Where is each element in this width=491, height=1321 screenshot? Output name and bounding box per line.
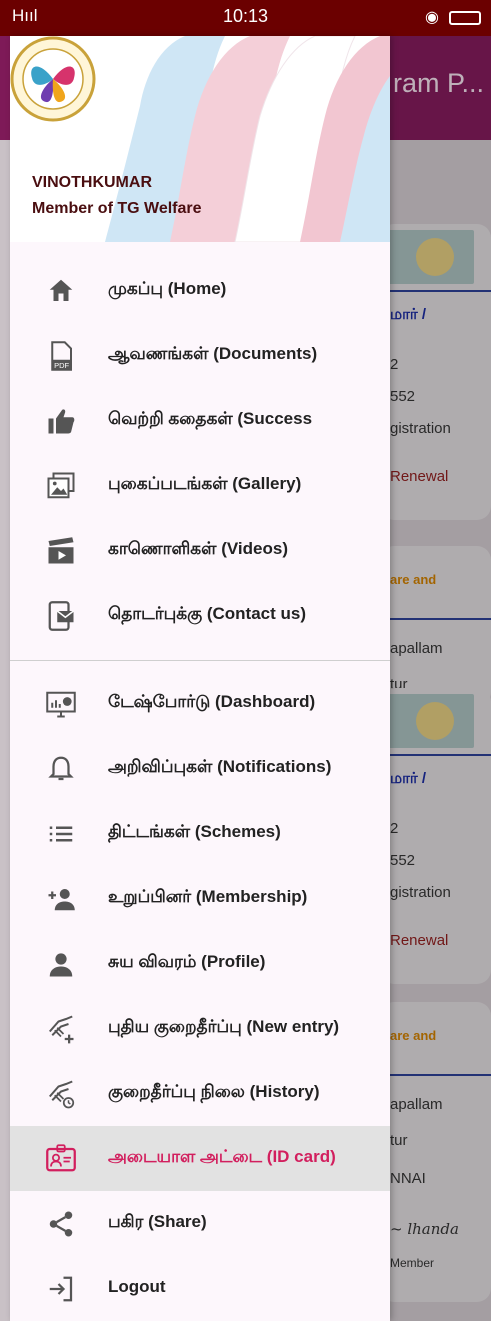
menu-item-label: தொடர்புக்கு (Contact us) bbox=[108, 604, 307, 623]
menu-item-contact[interactable]: தொடர்புக்கு (Contact us) bbox=[10, 583, 390, 648]
menu-item-label: அடையாள அட்டை (ID card) bbox=[108, 1147, 336, 1166]
menu-item-videos[interactable]: காணொளிகள் (Videos) bbox=[10, 518, 390, 583]
drawer-scrim[interactable] bbox=[390, 36, 491, 1321]
handshake-add-icon bbox=[48, 1015, 74, 1044]
menu-item-label: பகிர (Share) bbox=[108, 1212, 207, 1231]
home-icon bbox=[49, 279, 73, 301]
id-card-icon bbox=[46, 1144, 76, 1172]
logout-icon bbox=[49, 1276, 73, 1302]
menu-item-home[interactable]: முகப்பு (Home) bbox=[10, 258, 390, 323]
menu-item-label: திட்டங்கள் (Schemes) bbox=[108, 822, 281, 841]
pdf-icon: PDF bbox=[51, 341, 72, 371]
svg-text:PDF: PDF bbox=[54, 361, 69, 370]
bell-icon bbox=[48, 756, 74, 781]
wifi-icon: ◉ bbox=[425, 9, 439, 26]
menu-item-label: சுய விவரம் (Profile) bbox=[108, 952, 266, 971]
menu-divider bbox=[10, 660, 390, 661]
menu-item-notifications[interactable]: அறிவிப்புகள் (Notifications) bbox=[10, 736, 390, 801]
add-person-icon bbox=[48, 889, 75, 911]
menu-item-label: புதிய குறைதீர்ப்பு (New entry) bbox=[108, 1017, 340, 1036]
menu-item-label: வெற்றி கதைகள் (Success bbox=[108, 409, 313, 428]
status-bar: Hııl 10:13 ◉ bbox=[0, 0, 491, 36]
drawer-header: VINOTHKUMAR Member of TG Welfare bbox=[10, 36, 390, 242]
handshake-history-icon bbox=[48, 1080, 75, 1109]
user-name: VINOTHKUMAR bbox=[32, 174, 152, 191]
menu-item-label: Logout bbox=[108, 1277, 166, 1296]
menu-item-label: ஆவணங்கள் (Documents) bbox=[108, 344, 318, 363]
menu-item-logout[interactable]: Logout bbox=[10, 1256, 390, 1321]
menu-item-membership[interactable]: உறுப்பினர் (Membership) bbox=[10, 866, 390, 931]
menu-item-label: டேஷ்போர்டு (Dashboard) bbox=[108, 692, 316, 711]
menu-item-label: அறிவிப்புகள் (Notifications) bbox=[108, 757, 332, 776]
person-icon bbox=[49, 953, 73, 977]
list-icon bbox=[49, 826, 73, 842]
video-icon bbox=[48, 537, 74, 564]
menu-item-label: முகப்பு (Home) bbox=[108, 279, 227, 298]
menu-item-label: புகைப்படங்கள் (Gallery) bbox=[108, 474, 302, 493]
welfare-board-logo bbox=[10, 36, 96, 122]
navigation-drawer: VINOTHKUMAR Member of TG Welfare முகப்பு… bbox=[10, 36, 390, 1321]
menu-item-profile[interactable]: சுய விவரம் (Profile) bbox=[10, 931, 390, 996]
contact-icon bbox=[48, 601, 74, 631]
dashboard-icon bbox=[46, 691, 76, 718]
menu-item-label: உறுப்பினர் (Membership) bbox=[108, 887, 308, 906]
status-time: 10:13 bbox=[222, 6, 269, 26]
share-icon bbox=[49, 1211, 73, 1237]
battery-icon bbox=[449, 11, 481, 25]
menu-item-label: குறைதீர்ப்பு நிலை (History) bbox=[108, 1082, 320, 1101]
user-role: Member of TG Welfare bbox=[32, 200, 202, 217]
menu-item-history[interactable]: குறைதீர்ப்பு நிலை (History) bbox=[10, 1061, 390, 1126]
menu-item-new-entry[interactable]: புதிய குறைதீர்ப்பு (New entry) bbox=[10, 996, 390, 1061]
menu-item-documents[interactable]: PDF ஆவணங்கள் (Documents) bbox=[10, 323, 390, 388]
thumbs-up-icon bbox=[48, 409, 75, 434]
menu-item-label: காணொளிகள் (Videos) bbox=[108, 539, 288, 558]
menu-item-id-card[interactable]: அடையாள அட்டை (ID card) bbox=[10, 1126, 390, 1191]
menu-item-schemes[interactable]: திட்டங்கள் (Schemes) bbox=[10, 801, 390, 866]
menu-item-dashboard[interactable]: டேஷ்போர்டு (Dashboard) bbox=[10, 671, 390, 736]
menu-item-gallery[interactable]: புகைப்படங்கள் (Gallery) bbox=[10, 453, 390, 518]
gallery-icon bbox=[47, 472, 75, 499]
menu-item-success[interactable]: வெற்றி கதைகள் (Success bbox=[10, 388, 390, 453]
drawer-menu: முகப்பு (Home) PDF ஆவணங்கள் (Documents) … bbox=[10, 258, 390, 1321]
menu-item-share[interactable]: பகிர (Share) bbox=[10, 1191, 390, 1256]
